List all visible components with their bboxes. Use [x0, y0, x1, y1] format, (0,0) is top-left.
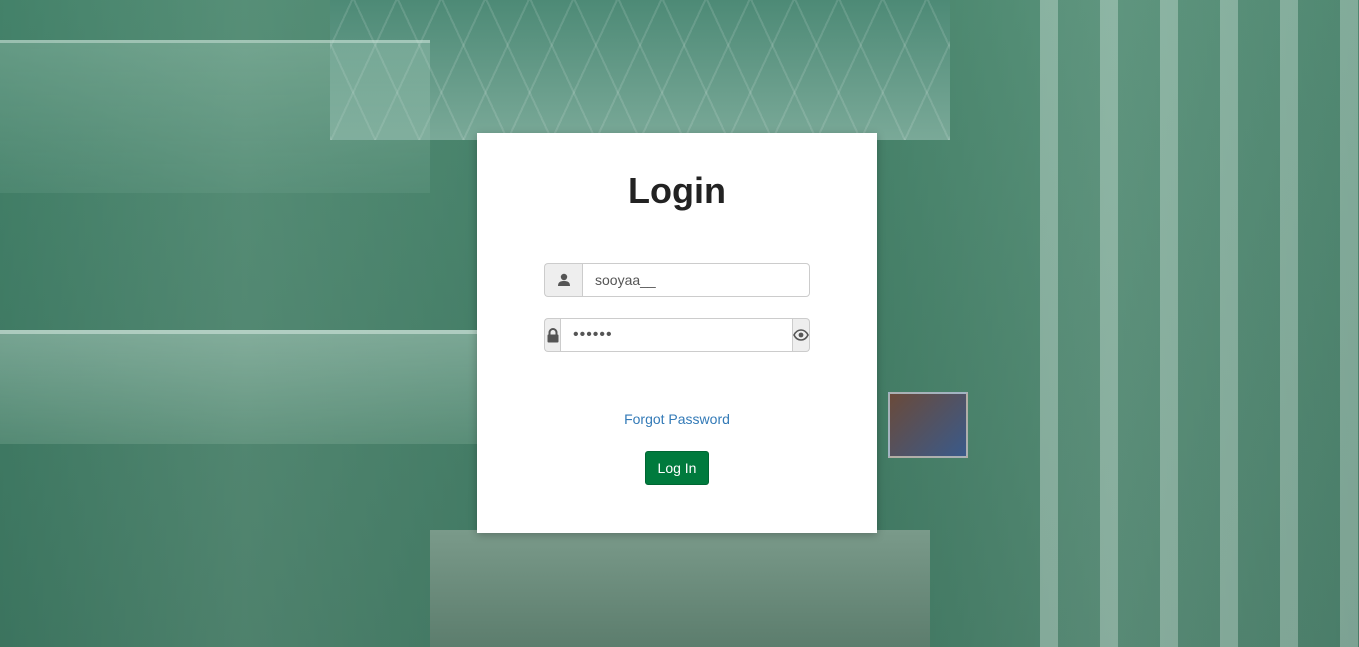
- login-title: Login: [628, 170, 726, 211]
- background-floor: [430, 530, 930, 647]
- lock-icon: [544, 318, 560, 352]
- username-group: [544, 263, 810, 297]
- login-button[interactable]: Log In: [645, 451, 709, 485]
- login-card: Login Forgot Password Log In: [477, 133, 877, 533]
- user-icon: [544, 263, 582, 297]
- eye-icon[interactable]: [793, 318, 810, 352]
- background-right-wall: [1040, 0, 1359, 647]
- background-lower-balcony: [0, 330, 480, 444]
- password-input[interactable]: [560, 318, 793, 352]
- background-upper-balcony: [0, 40, 430, 193]
- forgot-password-link[interactable]: Forgot Password: [477, 411, 877, 427]
- password-group: [544, 318, 810, 352]
- username-input[interactable]: [582, 263, 810, 297]
- background-poster: [888, 392, 968, 458]
